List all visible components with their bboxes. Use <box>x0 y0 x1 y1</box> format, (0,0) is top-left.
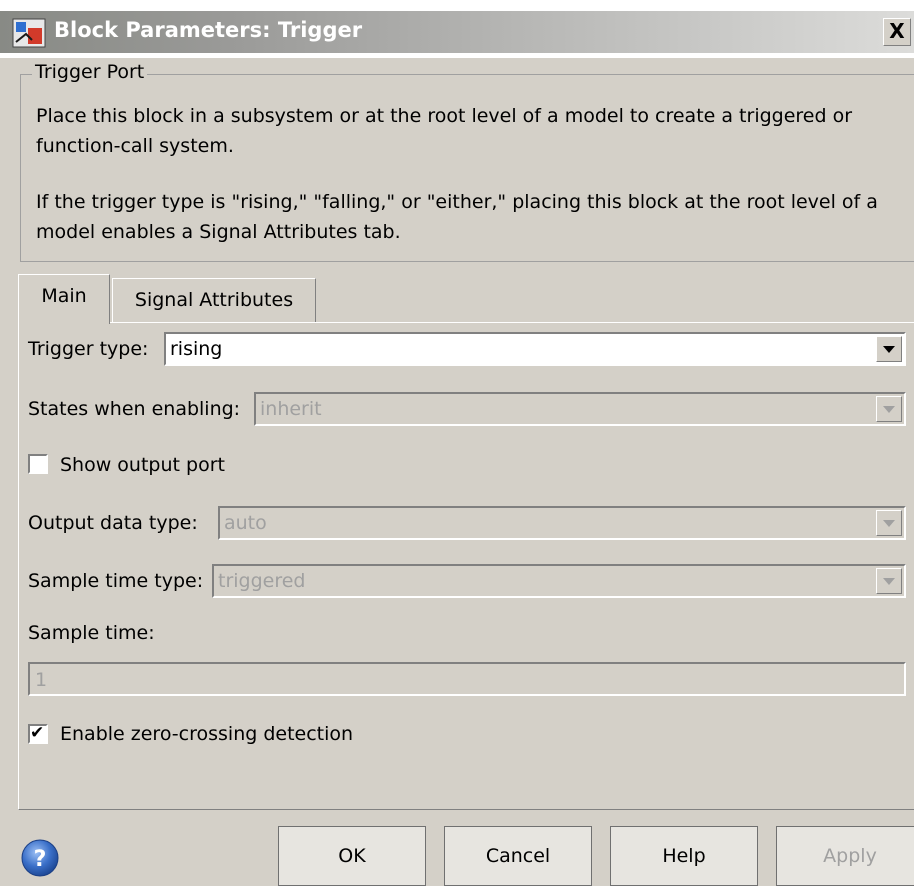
zero-crossing-checkbox[interactable]: ✔ <box>28 723 48 744</box>
chevron-down-icon <box>883 578 895 585</box>
trigger-type-dropdown[interactable]: rising <box>164 332 906 366</box>
help-button[interactable]: Help <box>610 826 758 886</box>
states-when-enabling-value: inherit <box>260 398 322 420</box>
trigger-type-value: rising <box>170 338 223 360</box>
sample-time-type-label: Sample time type: <box>28 570 204 592</box>
dropdown-arrow-button[interactable] <box>876 568 902 594</box>
output-data-type-value: auto <box>224 512 267 534</box>
tab-signal-attributes[interactable]: Signal Attributes <box>112 278 316 322</box>
dialog-window: Block Parameters: Trigger X Trigger Port… <box>0 0 914 886</box>
sample-time-type-dropdown[interactable]: triggered <box>212 564 906 598</box>
chevron-down-icon <box>883 406 895 413</box>
show-output-port-checkbox[interactable] <box>28 454 48 474</box>
states-when-enabling-label: States when enabling: <box>28 398 241 420</box>
output-data-type-dropdown[interactable]: auto <box>218 506 906 540</box>
sample-time-label: Sample time: <box>28 622 155 644</box>
sample-time-value: 1 <box>35 669 48 691</box>
output-data-type-label: Output data type: <box>28 512 198 534</box>
apply-button[interactable]: Apply <box>776 826 914 886</box>
simulink-block-icon <box>12 18 46 48</box>
cancel-button[interactable]: Cancel <box>444 826 592 886</box>
help-icon[interactable]: ? <box>20 838 60 878</box>
ok-button[interactable]: OK <box>278 826 426 886</box>
title-bar[interactable]: Block Parameters: Trigger X <box>0 0 914 58</box>
tab-main[interactable]: Main <box>18 274 110 324</box>
description-line: Place this block in a subsystem or at th… <box>36 105 853 127</box>
description-line: If the trigger type is "rising," "fallin… <box>36 191 878 213</box>
sample-time-type-value: triggered <box>218 570 306 592</box>
checkmark-icon: ✔ <box>30 723 45 743</box>
svg-text:?: ? <box>34 847 47 872</box>
dropdown-arrow-button[interactable] <box>876 396 902 422</box>
trigger-type-label: Trigger type: <box>28 338 149 360</box>
groupbox-title: Trigger Port <box>32 61 148 83</box>
chevron-down-icon <box>883 520 895 527</box>
close-button[interactable]: X <box>883 18 911 46</box>
close-icon: X <box>889 19 905 43</box>
description-line: function-call system. <box>36 135 234 157</box>
show-output-port-label: Show output port <box>60 454 225 476</box>
dropdown-arrow-button[interactable] <box>876 510 902 536</box>
zero-crossing-label: Enable zero-crossing detection <box>60 723 354 745</box>
chevron-down-icon <box>883 346 895 353</box>
dropdown-arrow-button[interactable] <box>876 336 902 362</box>
window-title: Block Parameters: Trigger <box>54 18 363 42</box>
description-line: model enables a Signal Attributes tab. <box>36 221 401 243</box>
sample-time-field[interactable]: 1 <box>28 662 906 696</box>
states-when-enabling-dropdown[interactable]: inherit <box>254 392 906 426</box>
